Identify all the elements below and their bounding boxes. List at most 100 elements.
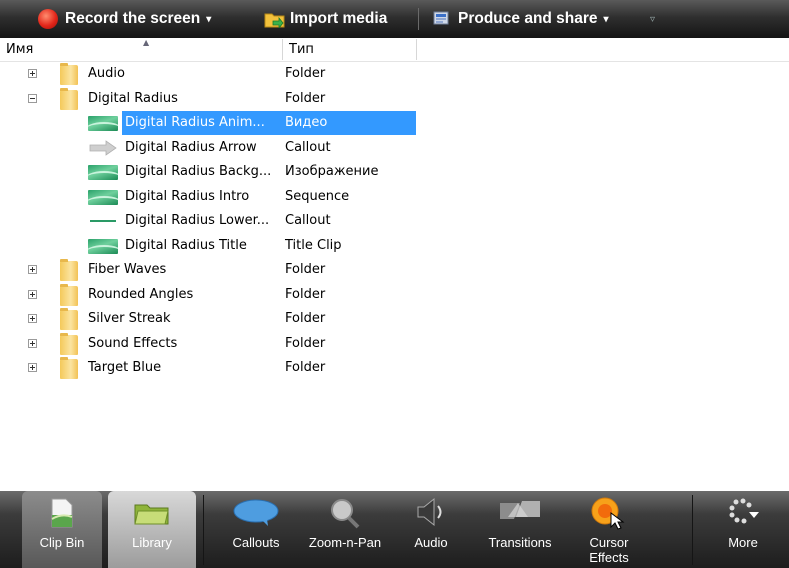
tree-row-digital-radius-arrow[interactable]: Digital Radius Arrow Callout: [0, 136, 789, 160]
column-divider[interactable]: [282, 39, 283, 60]
tab-label: Library: [132, 535, 172, 550]
tab-more[interactable]: More: [700, 491, 786, 568]
image-icon: [88, 165, 118, 180]
import-media-button[interactable]: Import media: [264, 0, 387, 38]
tab-cursor-effects[interactable]: Cursor Effects: [568, 491, 650, 568]
sequence-icon: [88, 189, 118, 205]
main-toolbar: Record the screen ▾ Import media Produce…: [0, 0, 789, 39]
import-folder-icon: [264, 13, 285, 28]
collapse-icon[interactable]: [28, 93, 37, 103]
item-type: Изображение: [285, 164, 379, 179]
tab-label: Cursor Effects: [589, 535, 629, 565]
tree-row-rounded-angles[interactable]: Rounded Angles Folder: [0, 283, 789, 307]
video-clip-icon: [88, 116, 118, 131]
item-type: Title Clip: [285, 237, 342, 253]
produce-share-button[interactable]: Produce and share ▾: [432, 0, 609, 38]
tree-row-digital-radius-anim[interactable]: Digital Radius Anim... Видео: [0, 111, 789, 135]
column-header-type[interactable]: Тип: [289, 42, 314, 57]
tree-row-target-blue[interactable]: Target Blue Folder: [0, 356, 789, 380]
chevron-down-icon: ▾: [603, 13, 609, 25]
expand-icon[interactable]: [28, 265, 37, 274]
item-name: Digital Radius: [88, 90, 178, 106]
cursor-effects-icon: [591, 497, 625, 530]
item-name: Fiber Waves: [88, 262, 167, 277]
item-type: Callout: [285, 139, 331, 155]
tab-clip-bin[interactable]: Clip Bin: [22, 491, 102, 568]
item-type: Folder: [285, 360, 326, 375]
item-type: Folder: [285, 311, 326, 326]
item-name: Audio: [88, 66, 125, 81]
folder-icon: [60, 357, 78, 379]
tab-audio[interactable]: Audio: [390, 491, 472, 568]
expand-icon[interactable]: [28, 314, 37, 323]
speaker-icon: [417, 497, 442, 527]
tab-transitions[interactable]: Transitions: [474, 491, 566, 568]
column-header-name[interactable]: Имя: [6, 42, 33, 57]
tree-row-digital-radius[interactable]: Digital Radius Folder: [0, 87, 789, 111]
tree-row-digital-radius-intro[interactable]: Digital Radius Intro Sequence: [0, 185, 789, 209]
tab-label: Callouts: [232, 535, 280, 550]
item-type: Sequence: [285, 188, 350, 204]
record-screen-label: Record the screen: [65, 10, 201, 27]
record-icon: [38, 9, 58, 29]
tree-row-audio[interactable]: Audio Folder: [0, 62, 789, 86]
sort-ascending-icon: ▲: [143, 38, 150, 47]
item-type: Callout: [285, 213, 331, 228]
item-type: Folder: [285, 335, 326, 351]
item-name: Digital Radius Title: [125, 237, 247, 253]
folder-icon: [60, 332, 78, 355]
produce-share-icon: [433, 11, 449, 25]
tab-label: Transitions: [488, 535, 552, 550]
item-type: Folder: [285, 90, 326, 106]
task-tabs: Clip Bin Library Callouts Zoom-n-Pan Aud…: [0, 491, 789, 568]
toolbar-overflow-button[interactable]: ▿: [650, 0, 655, 38]
tab-label: Audio: [414, 535, 448, 550]
expand-icon[interactable]: [28, 363, 37, 372]
tree-row-silver-streak[interactable]: Silver Streak Folder: [0, 307, 789, 331]
item-name: Digital Radius Arrow: [125, 139, 257, 155]
chevron-down-icon: ▾: [206, 13, 212, 25]
item-type: Folder: [285, 286, 326, 302]
item-type: Видео: [285, 115, 328, 130]
tree-row-sound-effects[interactable]: Sound Effects Folder: [0, 332, 789, 356]
library-icon: [134, 504, 169, 525]
tree-row-fiber-waves[interactable]: Fiber Waves Folder: [0, 258, 789, 282]
line-callout-icon: [90, 220, 116, 222]
item-type: Folder: [285, 262, 326, 277]
toolbar-divider: [418, 8, 419, 30]
tab-zoom-n-pan[interactable]: Zoom-n-Pan: [302, 491, 388, 568]
tree-row-digital-radius-title[interactable]: Digital Radius Title Title Clip: [0, 234, 789, 258]
tab-label: Clip Bin: [39, 535, 85, 550]
folder-icon: [60, 87, 78, 110]
tab-label: More: [728, 535, 758, 550]
folder-icon: [60, 283, 78, 306]
magnifier-icon: [331, 499, 360, 529]
title-clip-icon: [88, 238, 118, 254]
tab-label: Zoom-n-Pan: [308, 535, 382, 550]
expand-icon[interactable]: [28, 338, 37, 348]
tree-row-digital-radius-lower[interactable]: Digital Radius Lower... Callout: [0, 209, 789, 233]
tab-divider: [203, 495, 204, 565]
arrow-callout-icon: [89, 139, 117, 156]
item-name: Target Blue: [88, 360, 162, 375]
column-header-row: Имя ▲ Тип: [0, 38, 789, 62]
column-divider[interactable]: [416, 39, 417, 60]
folder-icon: [60, 63, 78, 85]
record-screen-button[interactable]: Record the screen ▾: [38, 0, 211, 38]
expand-icon[interactable]: [28, 69, 37, 78]
item-name: Sound Effects: [88, 335, 178, 351]
transitions-icon: [500, 501, 540, 519]
expand-icon[interactable]: [28, 289, 37, 299]
item-name: Digital Radius Lower...: [125, 213, 270, 228]
item-name: Digital Radius Intro: [125, 188, 250, 204]
tab-divider: [692, 495, 693, 565]
folder-icon: [60, 259, 78, 281]
tab-library[interactable]: Library: [108, 491, 196, 568]
produce-share-label: Produce and share: [458, 10, 598, 27]
tree-row-digital-radius-background[interactable]: Digital Radius Backg... Изображение: [0, 160, 789, 184]
more-icon: [729, 498, 759, 524]
item-name: Digital Radius Backg...: [125, 164, 272, 179]
tab-callouts[interactable]: Callouts: [212, 491, 300, 568]
clip-bin-icon: [51, 498, 73, 528]
item-name: Silver Streak: [88, 311, 171, 326]
